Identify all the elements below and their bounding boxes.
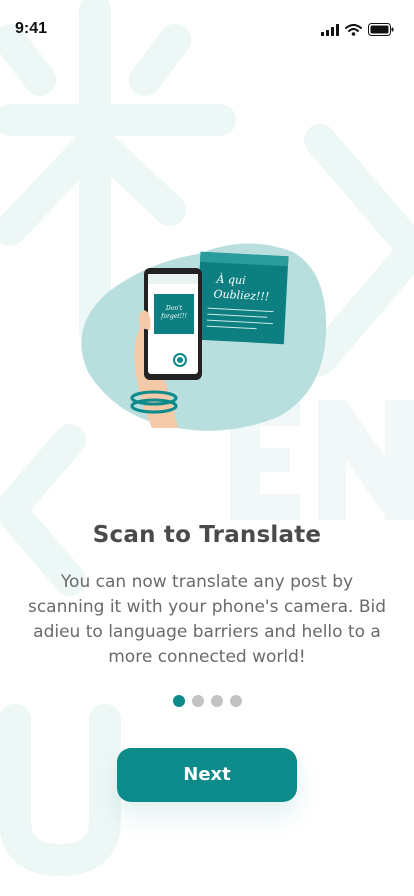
pagination-dot-3[interactable] bbox=[210, 695, 223, 707]
next-button[interactable]: Next bbox=[117, 748, 297, 802]
wifi-icon bbox=[345, 23, 362, 36]
onboarding-title: Scan to Translate bbox=[92, 522, 322, 548]
phone: Don't forget!!! bbox=[144, 268, 202, 380]
pagination-dots bbox=[0, 695, 414, 707]
pagination-dot-4[interactable] bbox=[229, 695, 242, 707]
cellular-signal-icon bbox=[321, 23, 339, 36]
pagination-dot-1[interactable] bbox=[172, 695, 185, 707]
sticky-note: À qui Oubliez!!! bbox=[195, 251, 289, 345]
pagination-dot-2[interactable] bbox=[191, 695, 204, 707]
status-bar: 9:41 bbox=[0, 0, 414, 60]
scan-translate-illustration: À qui Oubliez!!! Don't forget!!! bbox=[81, 243, 327, 431]
battery-icon bbox=[368, 23, 394, 36]
phone-note-text-line1: Don't bbox=[165, 305, 183, 312]
sticky-note-text-line1: À qui bbox=[215, 272, 246, 288]
onboarding-description: You can now translate any post by scanni… bbox=[27, 572, 387, 667]
status-time: 9:41 bbox=[15, 20, 48, 37]
phone-note-text-line2: forget!!! bbox=[160, 313, 187, 320]
status-icons bbox=[321, 23, 394, 36]
